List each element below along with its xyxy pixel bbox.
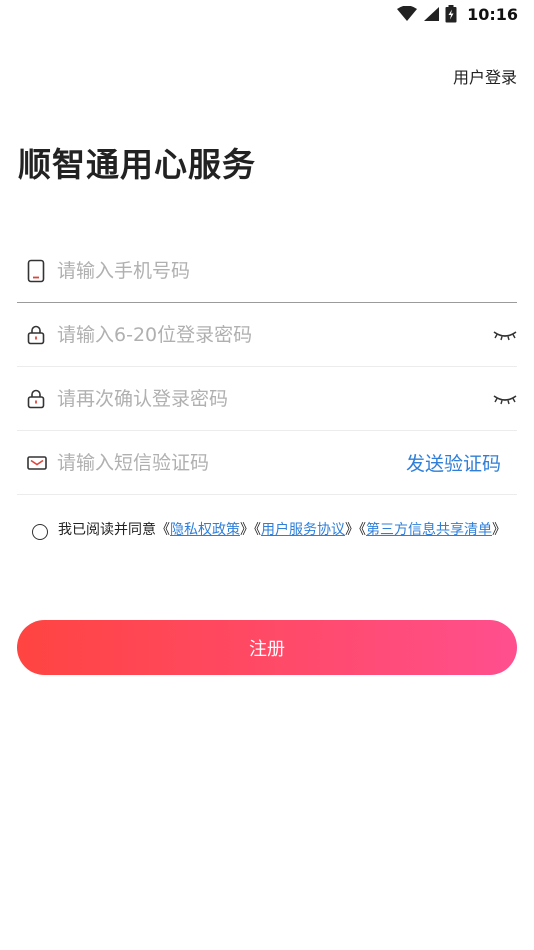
battery-icon bbox=[445, 5, 457, 23]
cellular-signal-icon bbox=[423, 6, 440, 22]
register-form: 发送验证码 bbox=[17, 239, 517, 495]
quote-open: 《 bbox=[359, 522, 366, 538]
lock-icon bbox=[17, 389, 57, 409]
wifi-icon bbox=[397, 6, 418, 22]
service-agreement-link[interactable]: 用户服务协议 bbox=[261, 522, 345, 538]
password-input[interactable] bbox=[57, 314, 481, 355]
confirm-password-row bbox=[17, 367, 517, 431]
password-row bbox=[17, 303, 517, 367]
quote-close: 》 bbox=[345, 522, 359, 538]
sms-code-row: 发送验证码 bbox=[17, 431, 517, 495]
agree-radio[interactable] bbox=[32, 524, 48, 540]
status-bar: 10:16 bbox=[0, 0, 534, 28]
register-button[interactable]: 注册 bbox=[17, 620, 517, 675]
quote-open: 《 bbox=[156, 522, 170, 538]
phone-row bbox=[17, 239, 517, 303]
phone-icon bbox=[17, 259, 57, 283]
register-page: 10:16 用户登录 顺智通用心服务 请输入手机号码 请输入短信验证码 发送验证… bbox=[0, 0, 534, 950]
status-time: 10:16 bbox=[467, 4, 518, 24]
sms-code-input[interactable] bbox=[57, 442, 406, 483]
lock-icon bbox=[17, 325, 57, 345]
third-party-list-link[interactable]: 第三方信息共享清单 bbox=[366, 522, 492, 538]
send-code-button[interactable]: 发送验证码 bbox=[406, 449, 517, 476]
agreement: 我已阅读并同意《隐私权政策》《用户服务协议》《第三方信息共享清单》 bbox=[32, 521, 520, 540]
eye-closed-icon[interactable] bbox=[481, 393, 517, 405]
privacy-policy-link[interactable]: 隐私权政策 bbox=[170, 522, 240, 538]
quote-open: 《 bbox=[254, 522, 261, 538]
mail-icon bbox=[17, 455, 57, 471]
agreement-text: 我已阅读并同意《隐私权政策》《用户服务协议》《第三方信息共享清单》 bbox=[58, 521, 506, 539]
quote-close: 》 bbox=[492, 522, 506, 538]
quote-close: 》 bbox=[240, 522, 254, 538]
eye-closed-icon[interactable] bbox=[481, 329, 517, 341]
user-login-link[interactable]: 用户登录 bbox=[453, 64, 517, 88]
phone-input[interactable] bbox=[57, 250, 517, 291]
agreement-prefix: 我已阅读并同意 bbox=[58, 522, 156, 538]
page-title: 顺智通用心服务 bbox=[18, 145, 256, 184]
confirm-password-input[interactable] bbox=[57, 378, 481, 419]
